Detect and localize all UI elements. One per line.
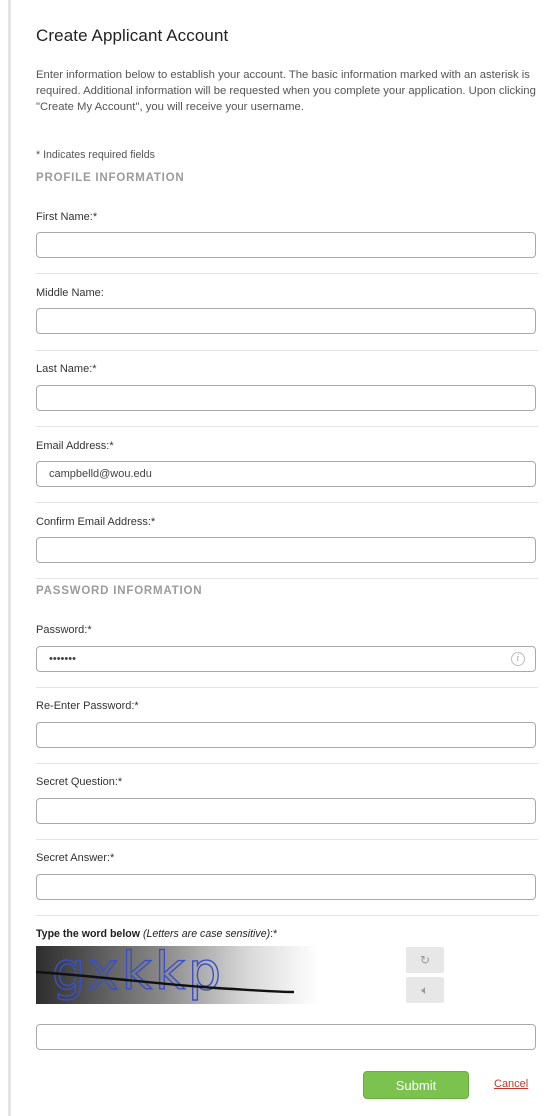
password-section-title: PASSWORD INFORMATION [36, 585, 203, 597]
left-border-rule [8, 0, 11, 1116]
confirm-email-label: Confirm Email Address:* [36, 516, 156, 528]
submit-button[interactable]: Submit [363, 1071, 469, 1099]
secret-answer-label: Secret Answer:* [36, 852, 115, 864]
info-icon[interactable]: i [511, 652, 525, 666]
divider [36, 839, 538, 840]
email-input[interactable]: campbelld@wou.edu [36, 461, 536, 487]
reenter-password-input[interactable] [36, 722, 536, 748]
reenter-password-label: Re-Enter Password:* [36, 700, 139, 712]
refresh-icon[interactable]: ↻ [406, 947, 444, 973]
secret-question-field: Secret Question:* [36, 776, 538, 824]
captcha-image: gxkkp [36, 946, 319, 1004]
required-fields-note: * Indicates required fields [36, 149, 155, 161]
secret-answer-input[interactable] [36, 874, 536, 900]
middle-name-label: Middle Name: [36, 287, 104, 299]
password-input[interactable]: ••••••• i [36, 646, 536, 672]
divider [36, 350, 538, 351]
intro-text: Enter information below to establish you… [36, 69, 536, 113]
captcha-label-bold: Type the word below [36, 928, 140, 940]
secret-question-label: Secret Question:* [36, 776, 123, 788]
last-name-field: Last Name:* [36, 363, 538, 411]
password-masked-value: ••••••• [49, 653, 76, 665]
divider [36, 915, 538, 916]
divider [36, 763, 538, 764]
captcha-input[interactable] [36, 1024, 536, 1050]
divider [36, 426, 538, 427]
confirm-email-input[interactable] [36, 537, 536, 563]
last-name-label: Last Name:* [36, 363, 97, 375]
page-title: Create Applicant Account [36, 26, 229, 45]
captcha-noise-line [36, 970, 295, 994]
divider [36, 273, 538, 274]
divider [36, 578, 538, 579]
captcha-label-suffix: :* [270, 928, 278, 940]
email-label: Email Address:* [36, 440, 114, 452]
middle-name-field: Middle Name: [36, 287, 538, 334]
secret-question-input[interactable] [36, 798, 536, 824]
divider [36, 502, 538, 503]
profile-section-title: PROFILE INFORMATION [36, 172, 185, 184]
cancel-link[interactable]: Cancel [494, 1078, 528, 1090]
captcha-label-italic: (Letters are case sensitive) [142, 928, 271, 940]
reenter-password-field: Re-Enter Password:* [36, 700, 538, 748]
captcha-label: Type the word below (Letters are case se… [36, 928, 538, 940]
first-name-input[interactable] [36, 232, 536, 258]
email-field: Email Address:* campbelld@wou.edu [36, 440, 538, 487]
first-name-label: First Name:* [36, 211, 98, 223]
secret-answer-field: Secret Answer:* [36, 852, 538, 900]
middle-name-input[interactable] [36, 308, 536, 334]
password-label: Password:* [36, 624, 92, 636]
confirm-email-field: Confirm Email Address:* [36, 516, 538, 563]
speaker-icon[interactable]: 🔈︎ [406, 977, 444, 1003]
last-name-input[interactable] [36, 385, 536, 411]
first-name-field: First Name:* [36, 211, 538, 258]
password-field: Password:* ••••••• i [36, 624, 538, 672]
divider [36, 687, 538, 688]
